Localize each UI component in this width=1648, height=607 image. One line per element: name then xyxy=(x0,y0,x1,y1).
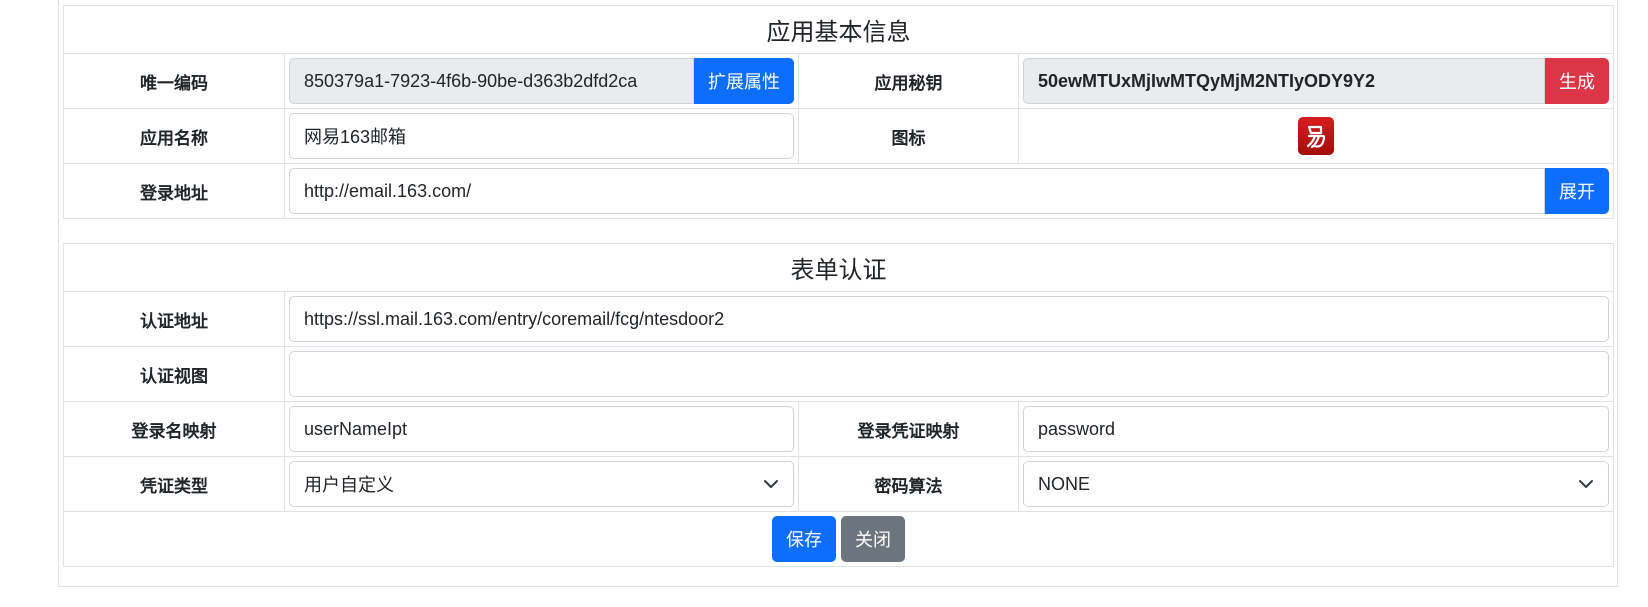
chevron-down-icon xyxy=(1579,480,1593,488)
login-name-map-label: 登录名映射 xyxy=(63,401,285,457)
section-title-form-auth: 表单认证 xyxy=(63,243,1614,292)
auth-url-label: 认证地址 xyxy=(63,291,285,347)
app-name-label: 应用名称 xyxy=(63,108,285,164)
form-container: 应用基本信息 唯一编码 850379a1-7923-4f6b-90be-d363… xyxy=(58,0,1618,587)
credential-map-input[interactable]: password xyxy=(1023,406,1609,452)
password-algo-select[interactable]: NONE xyxy=(1023,461,1609,507)
extended-attributes-button[interactable]: 扩展属性 xyxy=(694,58,794,104)
auth-view-input[interactable] xyxy=(289,351,1609,397)
chevron-down-icon xyxy=(764,480,778,488)
expand-button[interactable]: 展开 xyxy=(1545,168,1609,214)
password-algo-label: 密码算法 xyxy=(798,456,1019,512)
unique-code-input[interactable]: 850379a1-7923-4f6b-90be-d363b2dfd2ca xyxy=(289,58,694,104)
generate-secret-button[interactable]: 生成 xyxy=(1545,58,1609,104)
login-name-map-input[interactable]: userNameIpt xyxy=(289,406,794,452)
icon-label: 图标 xyxy=(798,108,1019,164)
login-url-label: 登录地址 xyxy=(63,163,285,219)
unique-code-label: 唯一编码 xyxy=(63,53,285,109)
app-secret-label: 应用秘钥 xyxy=(798,53,1019,109)
credential-map-label: 登录凭证映射 xyxy=(798,401,1019,457)
password-algo-value: NONE xyxy=(1038,473,1091,494)
credential-type-label: 凭证类型 xyxy=(63,456,285,512)
section-title-basic-info: 应用基本信息 xyxy=(63,5,1614,54)
close-button[interactable]: 关闭 xyxy=(841,516,905,562)
app-name-input[interactable]: 网易163邮箱 xyxy=(289,113,794,159)
basic-info-table: 应用基本信息 唯一编码 850379a1-7923-4f6b-90be-d363… xyxy=(63,5,1614,219)
credential-type-value: 用户自定义 xyxy=(304,475,394,495)
form-auth-table: 表单认证 认证地址 https://ssl.mail.163.com/entry… xyxy=(63,243,1614,567)
auth-url-input[interactable]: https://ssl.mail.163.com/entry/coremail/… xyxy=(289,296,1609,342)
save-button[interactable]: 保存 xyxy=(772,516,836,562)
credential-type-select[interactable]: 用户自定义 xyxy=(289,461,794,507)
app-secret-input[interactable]: 50ewMTUxMjIwMTQyMjM2NTIyODY9Y2 xyxy=(1023,58,1545,104)
netease-logo-icon[interactable] xyxy=(1298,117,1334,155)
auth-view-label: 认证视图 xyxy=(63,346,285,402)
login-url-input[interactable]: http://email.163.com/ xyxy=(289,168,1545,214)
